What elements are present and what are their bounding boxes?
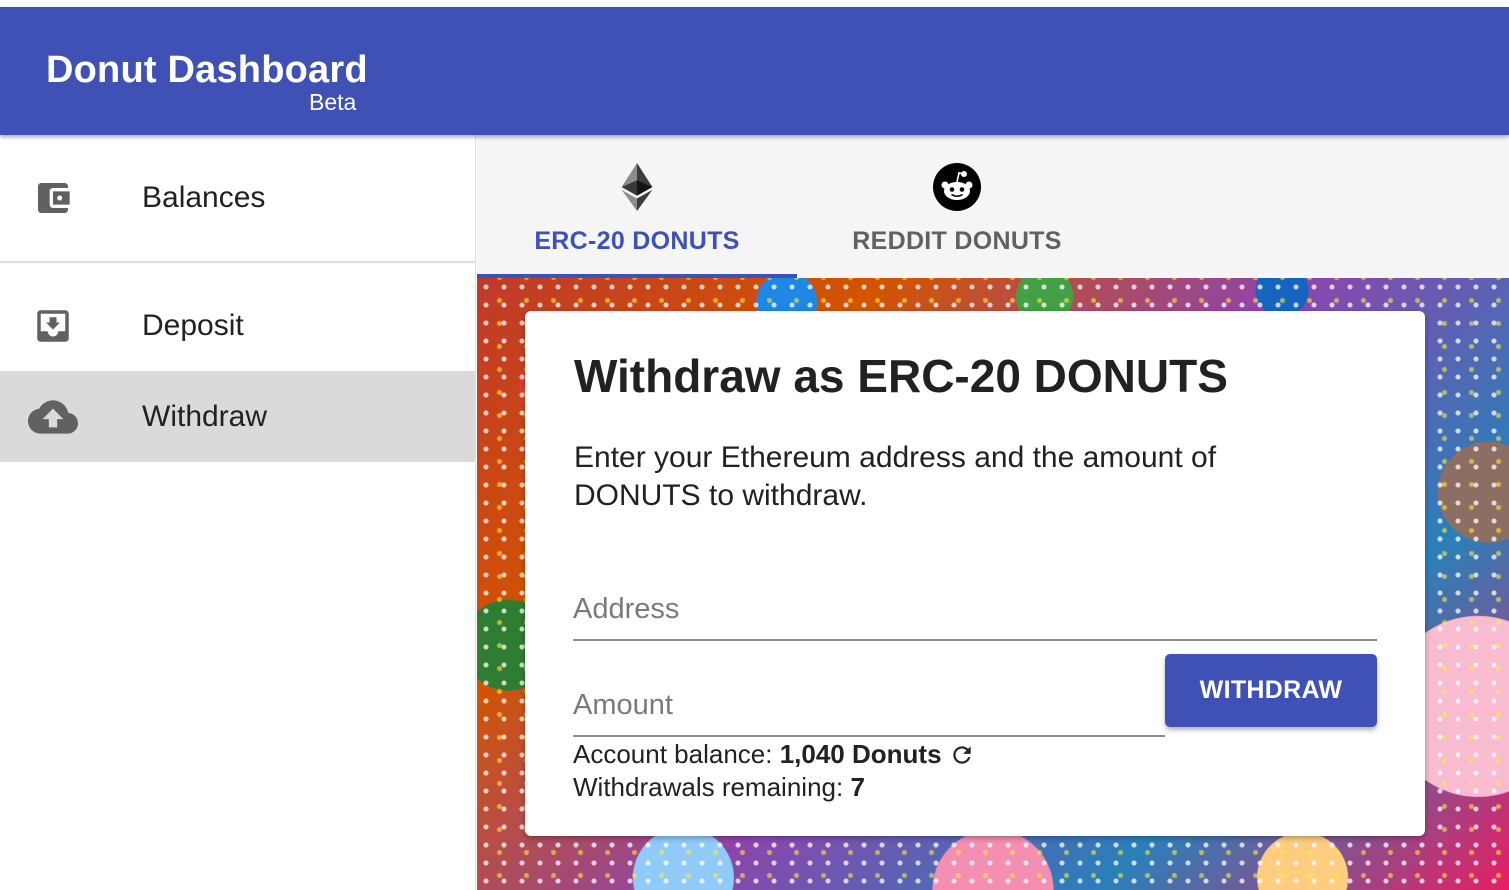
sidebar: Balances Deposit Withdraw — [0, 135, 476, 890]
move-to-inbox-icon — [28, 301, 78, 351]
balance-value: 1,040 Donuts — [779, 739, 942, 769]
withdrawals-remaining: Withdrawals remaining: 7 — [573, 772, 865, 803]
app-subtitle: Beta — [309, 89, 357, 115]
sidebar-item-balances[interactable]: Balances — [0, 135, 475, 261]
amount-field — [573, 689, 1165, 737]
tab-erc20-donuts[interactable]: ERC-20 DONUTS — [477, 135, 797, 278]
refresh-icon[interactable] — [948, 741, 976, 769]
sidebar-item-label: Deposit — [142, 308, 244, 342]
app-bar: Donut Dashboard Beta — [0, 7, 1509, 135]
address-input[interactable] — [573, 593, 1377, 626]
sidebar-divider — [0, 261, 475, 263]
account-balance: Account balance: 1,040 Donuts — [573, 739, 976, 770]
amount-input[interactable] — [573, 689, 1165, 722]
remaining-label: Withdrawals remaining: — [573, 772, 844, 802]
window-top-strip — [0, 0, 1509, 7]
remaining-value: 7 — [850, 772, 865, 802]
card-description: Enter your Ethereum address and the amou… — [574, 441, 1217, 512]
ethereum-icon — [613, 163, 661, 211]
sidebar-item-label: Balances — [142, 181, 266, 214]
tab-label: ERC-20 DONUTS — [534, 227, 740, 255]
sidebar-item-label: Withdraw — [142, 399, 268, 433]
app-title: Donut Dashboard — [46, 49, 368, 91]
withdraw-card: Withdraw as ERC-20 DONUTS Enter your Eth… — [525, 311, 1425, 836]
sidebar-item-deposit[interactable]: Deposit — [0, 280, 475, 371]
sidebar-item-withdraw[interactable]: Withdraw — [0, 371, 475, 462]
tab-bar: ERC-20 DONUTS REDDIT DONUTS — [477, 135, 1509, 278]
withdraw-button[interactable]: WITHDRAW — [1165, 654, 1377, 727]
main-content: ERC-20 DONUTS REDDIT DONUTS Withdraw as … — [477, 135, 1509, 890]
balance-label: Account balance: — [573, 739, 773, 769]
tab-label: REDDIT DONUTS — [852, 227, 1062, 255]
address-field — [573, 593, 1377, 641]
tab-reddit-donuts[interactable]: REDDIT DONUTS — [797, 135, 1117, 278]
wallet-icon — [28, 173, 78, 223]
reddit-icon — [933, 163, 981, 211]
cloud-upload-icon — [28, 392, 78, 442]
card-title: Withdraw as ERC-20 DONUTS — [574, 350, 1228, 402]
